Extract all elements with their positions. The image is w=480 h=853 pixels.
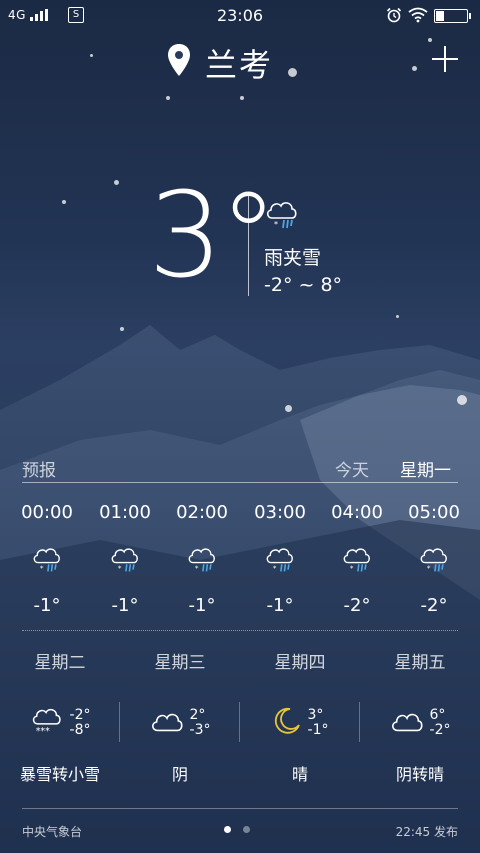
day-name: 星期三 (154, 653, 206, 673)
current-temperature: 3° (148, 166, 278, 304)
day-name: 星期四 (274, 653, 326, 673)
day-low: -3° (189, 722, 211, 738)
hourly-item: 02:00 * -1° (163, 502, 241, 616)
cloud-icon (150, 707, 184, 739)
hourly-divider (22, 630, 458, 631)
day-condition: 暴雪转小雪 (19, 765, 100, 784)
battery-icon (434, 9, 471, 23)
hour-time: 00:00 (21, 502, 73, 523)
hour-temp: -1° (111, 595, 139, 616)
hour-time: 01:00 (99, 502, 151, 523)
current-divider (248, 196, 249, 296)
hour-temp: -2° (343, 595, 371, 616)
hourly-item: 05:00 * -2° (395, 502, 473, 616)
day-name: 星期五 (394, 653, 446, 673)
footer-divider (22, 808, 458, 809)
current-temp-range: -2° ~ 8° (264, 274, 343, 296)
day-name: 星期二 (34, 653, 86, 673)
day-high: 3° (307, 707, 324, 723)
page-dot-active (224, 826, 231, 833)
hourly-item: 03:00 * -1° (241, 502, 319, 616)
hourly-item: 01:00 * -1° (86, 502, 164, 616)
svg-text:*: * (40, 564, 44, 573)
day-condition: 阴 (171, 765, 188, 784)
page-dot (243, 826, 250, 833)
day-low: -8° (69, 722, 91, 738)
page-indicator (224, 826, 250, 833)
hour-time: 03:00 (254, 502, 306, 523)
svg-text:***: *** (35, 726, 49, 737)
add-city-button[interactable] (430, 44, 460, 74)
hour-temp: -1° (188, 595, 216, 616)
daily-item[interactable]: 星期四 3° -1° 晴 (240, 648, 360, 785)
sleet-icon: * (241, 543, 319, 579)
day-condition: 阴转晴 (395, 765, 444, 784)
svg-text:*: * (274, 220, 278, 229)
hourly-item: 04:00 * -2° (318, 502, 396, 616)
sleet-icon: * (86, 543, 164, 579)
current-condition: 雨夹雪 (264, 247, 322, 269)
svg-text:*: * (195, 564, 199, 573)
moon-icon (272, 706, 302, 740)
wifi-icon (408, 7, 428, 23)
sleet-icon: * (163, 543, 241, 579)
day-high: 6° (429, 707, 446, 723)
hour-temp: -1° (33, 595, 61, 616)
svg-text:*: * (273, 564, 277, 573)
svg-text:*: * (350, 564, 354, 573)
hour-time: 05:00 (408, 502, 460, 523)
svg-text:*: * (118, 564, 122, 573)
hour-time: 02:00 (176, 502, 228, 523)
day-separator (239, 702, 240, 742)
day-low: -1° (307, 722, 329, 738)
status-bar: 4G S 23:06 (0, 0, 480, 32)
sleet-icon: * (318, 543, 396, 579)
cloud-icon (390, 707, 424, 739)
city-name[interactable]: 兰考 (205, 40, 273, 86)
day-high: 2° (189, 707, 206, 723)
hour-temp: -1° (266, 595, 294, 616)
daily-item[interactable]: 星期五 6° -2° 阴转晴 (360, 648, 480, 785)
location-pin-icon (168, 44, 190, 76)
day-separator (359, 702, 360, 742)
day-low: -2° (429, 722, 451, 738)
sleet-icon: * (8, 543, 86, 579)
heavy-snow-icon: *** (30, 705, 64, 741)
hour-time: 04:00 (331, 502, 383, 523)
forecast-divider (22, 482, 458, 483)
sleet-icon: * (266, 202, 297, 229)
monday-tab[interactable]: 星期一 (400, 456, 451, 481)
day-condition: 晴 (291, 765, 308, 784)
daily-item[interactable]: 星期二 *** -2° -8° 暴雪转小雪 (0, 648, 120, 785)
sleet-icon: * (395, 543, 473, 579)
forecast-label: 预报 (22, 461, 56, 481)
svg-text:*: * (427, 564, 431, 573)
day-separator (119, 702, 120, 742)
hourly-item: 00:00 * -1° (8, 502, 86, 616)
day-high: -2° (69, 707, 91, 723)
alarm-icon (386, 7, 402, 23)
hour-temp: -2° (420, 595, 448, 616)
publish-time: 22:45 发布 (395, 825, 458, 839)
daily-item[interactable]: 星期三 2° -3° 阴 (120, 648, 240, 785)
today-tab[interactable]: 今天 (335, 456, 369, 481)
data-source: 中央气象台 (22, 825, 83, 839)
